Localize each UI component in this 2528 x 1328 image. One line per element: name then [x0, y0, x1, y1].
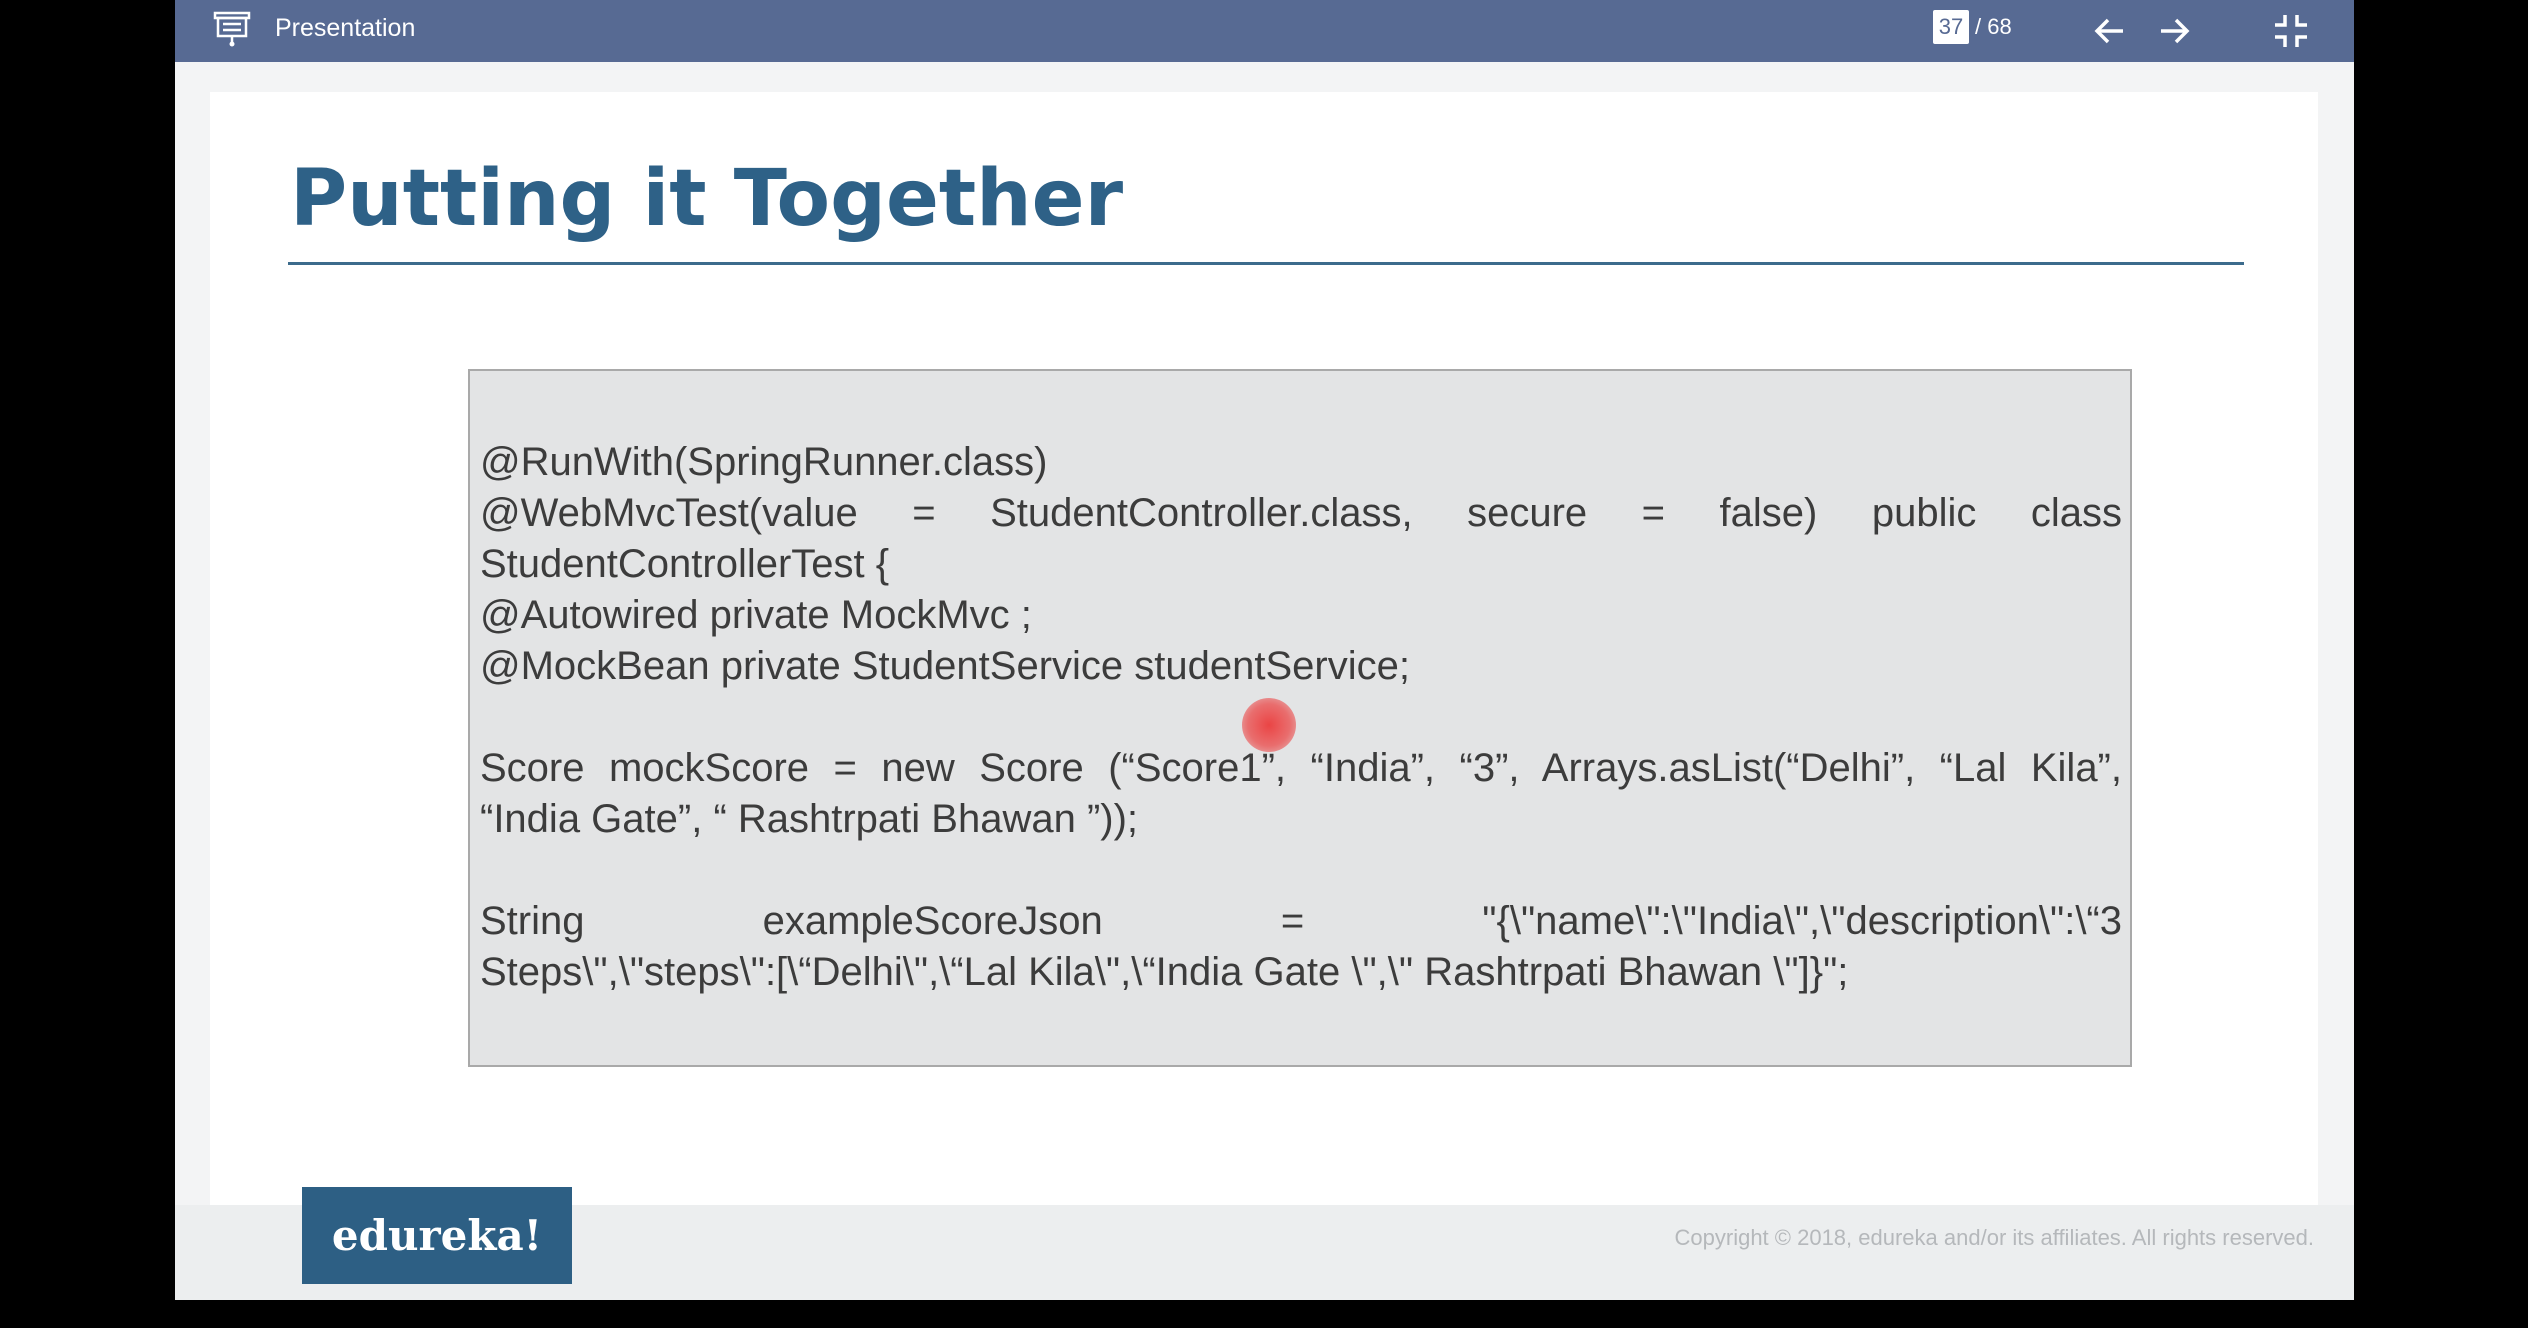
slide-title: Putting it Together [290, 154, 1124, 244]
app-title: Presentation [275, 14, 416, 42]
code-text: @RunWith(SpringRunner.class) @WebMvcTest… [480, 437, 2122, 998]
edureka-logo: edureka! [302, 1187, 572, 1284]
laser-pointer [1242, 698, 1296, 752]
title-divider [288, 262, 2244, 265]
page-total: / 68 [1975, 14, 2012, 39]
code-line-3: StudentControllerTest { [480, 542, 890, 586]
code-line-2: @WebMvcTest(value = StudentController.cl… [480, 491, 2122, 535]
next-slide-button[interactable] [2153, 10, 2195, 52]
copyright-notice: Copyright © 2018, edureka and/or its aff… [1674, 1225, 2314, 1250]
viewer-toolbar: Presentation 37 / 68 [175, 0, 2354, 62]
code-line-1: @RunWith(SpringRunner.class) [480, 440, 1048, 484]
code-line-4: @Autowired private MockMvc ; [480, 593, 1032, 637]
presentation-icon [213, 11, 251, 47]
code-block: @RunWith(SpringRunner.class) @WebMvcTest… [468, 369, 2132, 1067]
slide-area: Putting it Together @RunWith(SpringRunne… [175, 62, 2354, 1300]
presentation-viewer: Presentation 37 / 68 Putting it Together… [175, 0, 2354, 1300]
code-line-8: String exampleScoreJson = "{\"name\":\"I… [480, 899, 2122, 943]
code-line-5: @MockBean private StudentService student… [480, 644, 1410, 688]
previous-slide-button[interactable] [2089, 10, 2131, 52]
code-line-9: Steps\",\"steps\":[\“Delhi\",\“Lal Kila\… [480, 950, 1849, 994]
code-line-7: “India Gate”, “ Rashtrpati Bhawan ”)); [480, 797, 1139, 841]
slide: Putting it Together @RunWith(SpringRunne… [210, 92, 2318, 1205]
code-line-6: Score mockScore = new Score (“Score1”, “… [480, 746, 2122, 790]
exit-fullscreen-button[interactable] [2270, 10, 2312, 52]
current-page-input[interactable]: 37 [1933, 10, 1969, 44]
